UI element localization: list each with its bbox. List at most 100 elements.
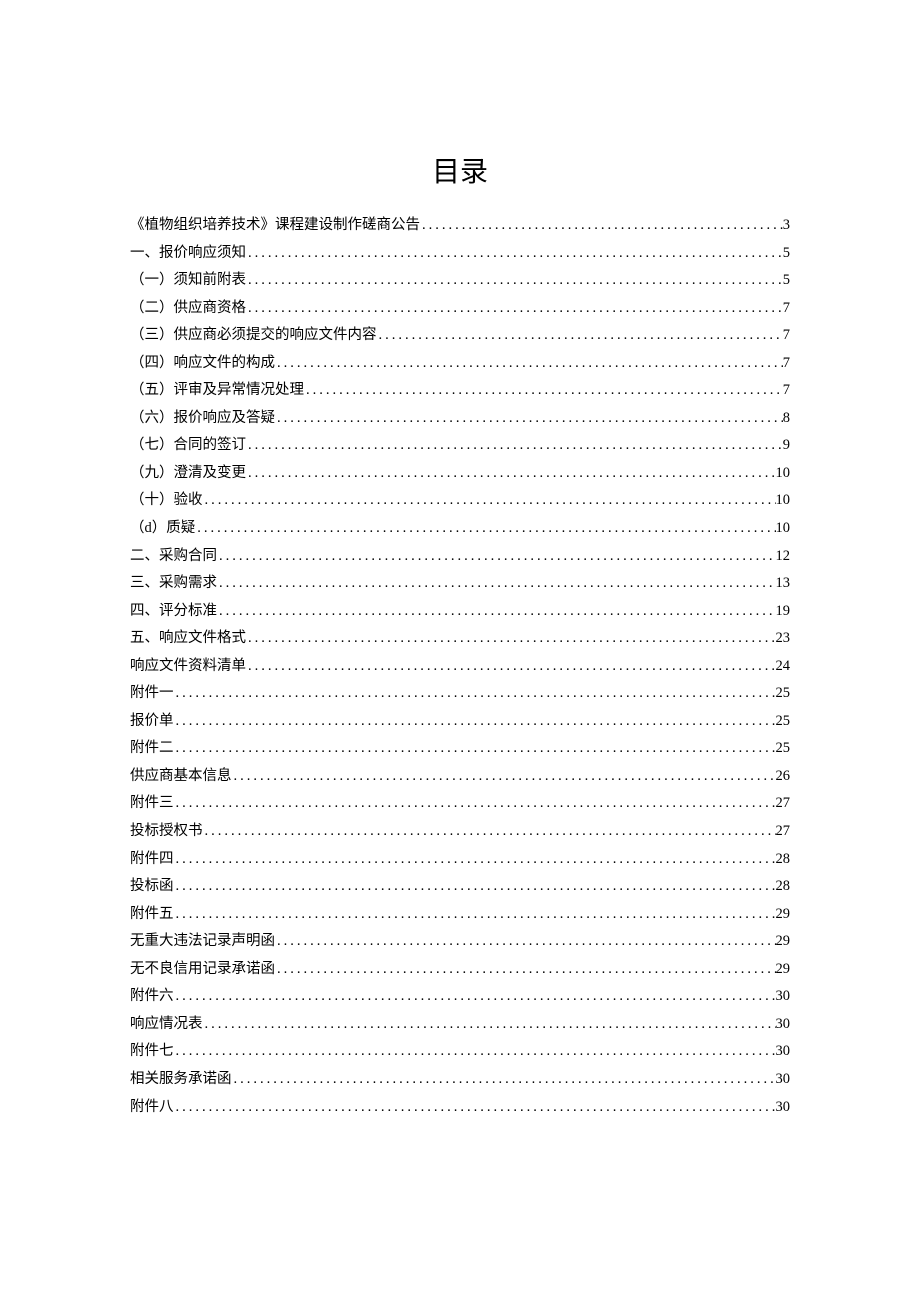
toc-entry: （一）须知前附表 5 xyxy=(130,267,790,295)
toc-entry-page: 25 xyxy=(776,735,791,763)
toc-entry-page: 29 xyxy=(776,901,791,929)
toc-list: 《植物组织培养技术》课程建设制作磋商公告3一、报价响应须知5（一）须知前附表5（… xyxy=(130,212,790,1121)
toc-entry-label: 附件五 xyxy=(130,901,174,929)
toc-entry: 附件四 28 xyxy=(130,846,790,874)
toc-entry-page: 29 xyxy=(776,928,791,956)
toc-entry: 供应商基本信息 26 xyxy=(130,763,790,791)
toc-leader-dots xyxy=(217,543,776,571)
toc-entry: 《植物组织培养技术》课程建设制作磋商公告 3 xyxy=(130,212,790,240)
toc-entry-label: 无重大违法记录声明函 xyxy=(130,928,275,956)
toc-leader-dots xyxy=(174,680,776,708)
toc-entry-label: （五）评审及异常情况处理 xyxy=(130,377,304,405)
toc-title: 目录 xyxy=(130,150,790,190)
toc-leader-dots xyxy=(275,956,776,984)
toc-leader-dots xyxy=(174,983,776,1011)
toc-entry-label: 投标授权书 xyxy=(130,818,203,846)
toc-entry: 一、报价响应须知 5 xyxy=(130,240,790,268)
toc-entry: （二）供应商资格 7 xyxy=(130,295,790,323)
toc-entry-label: 附件四 xyxy=(130,846,174,874)
toc-entry: 四、评分标准 19 xyxy=(130,598,790,626)
toc-entry-page: 27 xyxy=(776,790,791,818)
toc-leader-dots xyxy=(246,653,776,681)
toc-entry: 附件五 29 xyxy=(130,901,790,929)
toc-entry-page: 10 xyxy=(776,460,791,488)
toc-entry-page: 5 xyxy=(783,267,790,295)
toc-entry: （四）响应文件的构成7 xyxy=(130,350,790,378)
toc-entry: （六）报价响应及答疑8 xyxy=(130,405,790,433)
toc-leader-dots xyxy=(275,405,783,433)
toc-leader-dots xyxy=(174,846,776,874)
toc-entry-page: 25 xyxy=(776,708,791,736)
toc-entry-page: 7 xyxy=(783,295,790,323)
toc-leader-dots xyxy=(246,625,776,653)
toc-entry-label: 附件一 xyxy=(130,680,174,708)
toc-entry-page: 5 xyxy=(783,240,790,268)
toc-leader-dots xyxy=(246,240,783,268)
toc-leader-dots xyxy=(174,1094,776,1122)
toc-entry-label: 一、报价响应须知 xyxy=(130,240,246,268)
toc-entry-page: 8 xyxy=(783,405,790,433)
toc-leader-dots xyxy=(232,763,776,791)
toc-entry: （七）合同的签订9 xyxy=(130,432,790,460)
toc-entry: （九）澄清及变更 10 xyxy=(130,460,790,488)
toc-leader-dots xyxy=(217,598,776,626)
toc-entry-label: 无不良信用记录承诺函 xyxy=(130,956,275,984)
toc-entry: 相关服务承诺函30 xyxy=(130,1066,790,1094)
toc-entry-page: 7 xyxy=(783,377,790,405)
toc-entry-label: （二）供应商资格 xyxy=(130,295,246,323)
toc-entry-page: 19 xyxy=(776,598,791,626)
toc-entry-page: 10 xyxy=(776,515,791,543)
toc-entry: 附件二 25 xyxy=(130,735,790,763)
toc-leader-dots xyxy=(174,735,776,763)
toc-leader-dots xyxy=(246,460,776,488)
toc-leader-dots xyxy=(174,873,776,901)
toc-entry-label: 投标函 xyxy=(130,873,174,901)
toc-entry: 三、采购需求13 xyxy=(130,570,790,598)
toc-entry: 附件三27 xyxy=(130,790,790,818)
toc-entry-label: （一）须知前附表 xyxy=(130,267,246,295)
toc-entry-page: 28 xyxy=(776,846,791,874)
toc-leader-dots xyxy=(377,322,783,350)
toc-leader-dots xyxy=(203,1011,776,1039)
toc-entry-label: （十）验收 xyxy=(130,487,203,515)
toc-entry-label: 四、评分标准 xyxy=(130,598,217,626)
toc-entry-label: 附件二 xyxy=(130,735,174,763)
toc-entry: 报价单25 xyxy=(130,708,790,736)
toc-entry-label: （四）响应文件的构成 xyxy=(130,350,275,378)
toc-leader-dots xyxy=(275,928,776,956)
toc-entry-page: 30 xyxy=(776,983,791,1011)
toc-leader-dots xyxy=(203,818,776,846)
toc-entry: 附件八 30 xyxy=(130,1094,790,1122)
toc-entry-label: （d）质疑 xyxy=(130,515,195,543)
toc-entry-page: 12 xyxy=(776,543,791,571)
toc-entry-page: 27 xyxy=(776,818,791,846)
toc-entry-page: 30 xyxy=(776,1011,791,1039)
toc-leader-dots xyxy=(174,901,776,929)
toc-entry: 五、响应文件格式23 xyxy=(130,625,790,653)
toc-entry: （三）供应商必须提交的响应文件内容7 xyxy=(130,322,790,350)
toc-entry-label: 相关服务承诺函 xyxy=(130,1066,232,1094)
toc-entry-label: 二、采购合同 xyxy=(130,543,217,571)
toc-entry-label: 《植物组织培养技术》课程建设制作磋商公告 xyxy=(130,212,420,240)
toc-entry: （十）验收 10 xyxy=(130,487,790,515)
toc-entry: 附件七30 xyxy=(130,1038,790,1066)
toc-entry-page: 10 xyxy=(776,487,791,515)
toc-entry: 附件六30 xyxy=(130,983,790,1011)
toc-entry-label: 附件八 xyxy=(130,1094,174,1122)
toc-entry: 响应文件资料清单24 xyxy=(130,653,790,681)
toc-entry-label: 供应商基本信息 xyxy=(130,763,232,791)
toc-entry-page: 30 xyxy=(776,1038,791,1066)
toc-entry-page: 13 xyxy=(776,570,791,598)
toc-entry-page: 30 xyxy=(776,1094,791,1122)
toc-leader-dots xyxy=(174,1038,776,1066)
toc-entry-label: （九）澄清及变更 xyxy=(130,460,246,488)
toc-entry-page: 28 xyxy=(776,873,791,901)
toc-leader-dots xyxy=(217,570,776,598)
toc-entry-page: 26 xyxy=(776,763,791,791)
toc-leader-dots xyxy=(275,350,783,378)
toc-leader-dots xyxy=(420,212,783,240)
toc-entry-page: 24 xyxy=(776,653,791,681)
toc-entry: 投标授权书 27 xyxy=(130,818,790,846)
toc-entry-label: 五、响应文件格式 xyxy=(130,625,246,653)
toc-entry-page: 3 xyxy=(783,212,790,240)
